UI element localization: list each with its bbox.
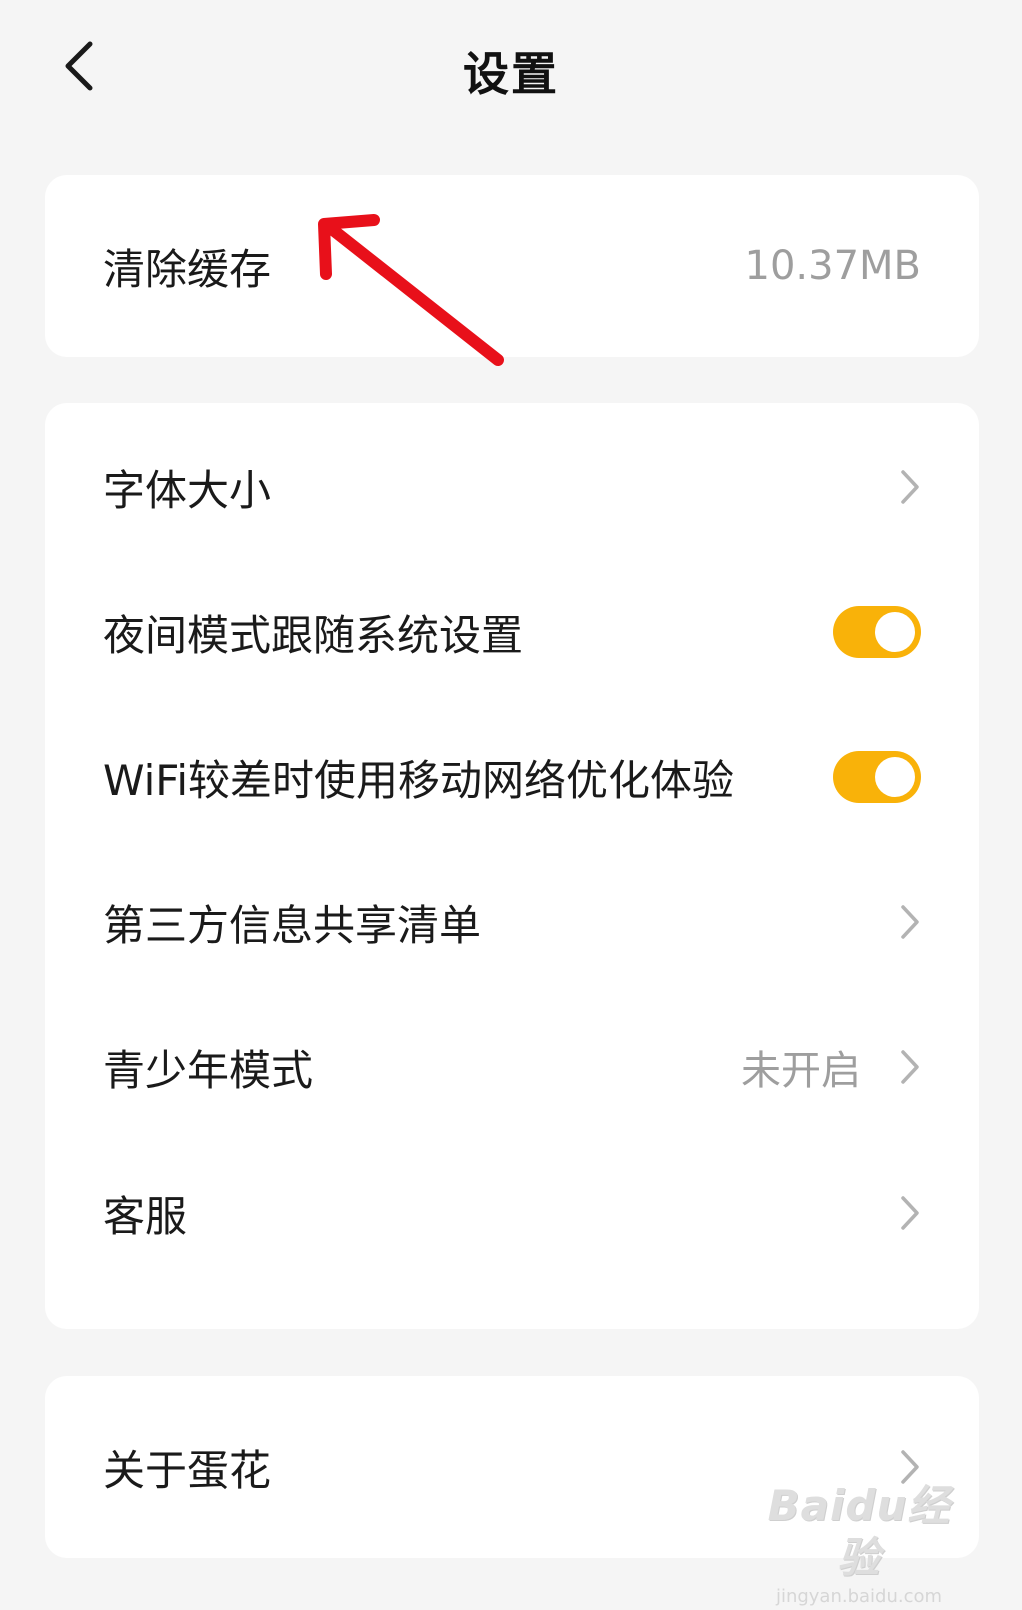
header-bar: 设置 [0,0,1022,140]
font-size-row[interactable]: 字体大小 [45,413,979,561]
font-size-label: 字体大小 [103,465,272,515]
wifi-optimize-toggle[interactable] [833,751,921,803]
customer-service-label: 客服 [103,1191,188,1241]
settings-card: 字体大小 夜间模式跟随系统设置 WiFi较差时使用移动网络优化体验 第三方信息共… [45,403,979,1329]
chevron-right-icon [897,902,923,942]
clear-cache-label: 清除缓存 [103,244,272,294]
customer-service-row[interactable]: 客服 [45,1139,979,1287]
chevron-right-icon [897,467,923,507]
watermark-url: jingyan.baidu.com [775,1586,943,1607]
chevron-right-icon [897,1193,923,1233]
cache-card: 清除缓存 10.37MB [45,175,979,357]
chevron-right-icon [897,1447,923,1487]
clear-cache-row[interactable]: 清除缓存 10.37MB [45,192,979,340]
cache-size-value: 10.37MB [744,243,921,289]
wifi-optimize-label: WiFi较差时使用移动网络优化体验 [103,755,735,805]
night-mode-toggle[interactable] [833,606,921,658]
about-row[interactable]: 关于蛋花 [45,1393,979,1541]
youth-mode-row[interactable]: 青少年模式 未开启 [45,993,979,1141]
third-party-label: 第三方信息共享清单 [103,900,482,950]
youth-mode-label: 青少年模式 [103,1045,314,1095]
wifi-optimize-row: WiFi较差时使用移动网络优化体验 [45,703,979,851]
third-party-row[interactable]: 第三方信息共享清单 [45,848,979,996]
chevron-right-icon [897,1047,923,1087]
night-mode-label: 夜间模式跟随系统设置 [103,610,524,660]
toggle-knob [875,757,915,797]
youth-mode-status: 未开启 [741,1048,861,1094]
about-label: 关于蛋花 [103,1445,272,1495]
page-title: 设置 [463,47,559,101]
about-card: 关于蛋花 [45,1376,979,1558]
toggle-knob [875,612,915,652]
night-mode-row: 夜间模式跟随系统设置 [45,558,979,706]
